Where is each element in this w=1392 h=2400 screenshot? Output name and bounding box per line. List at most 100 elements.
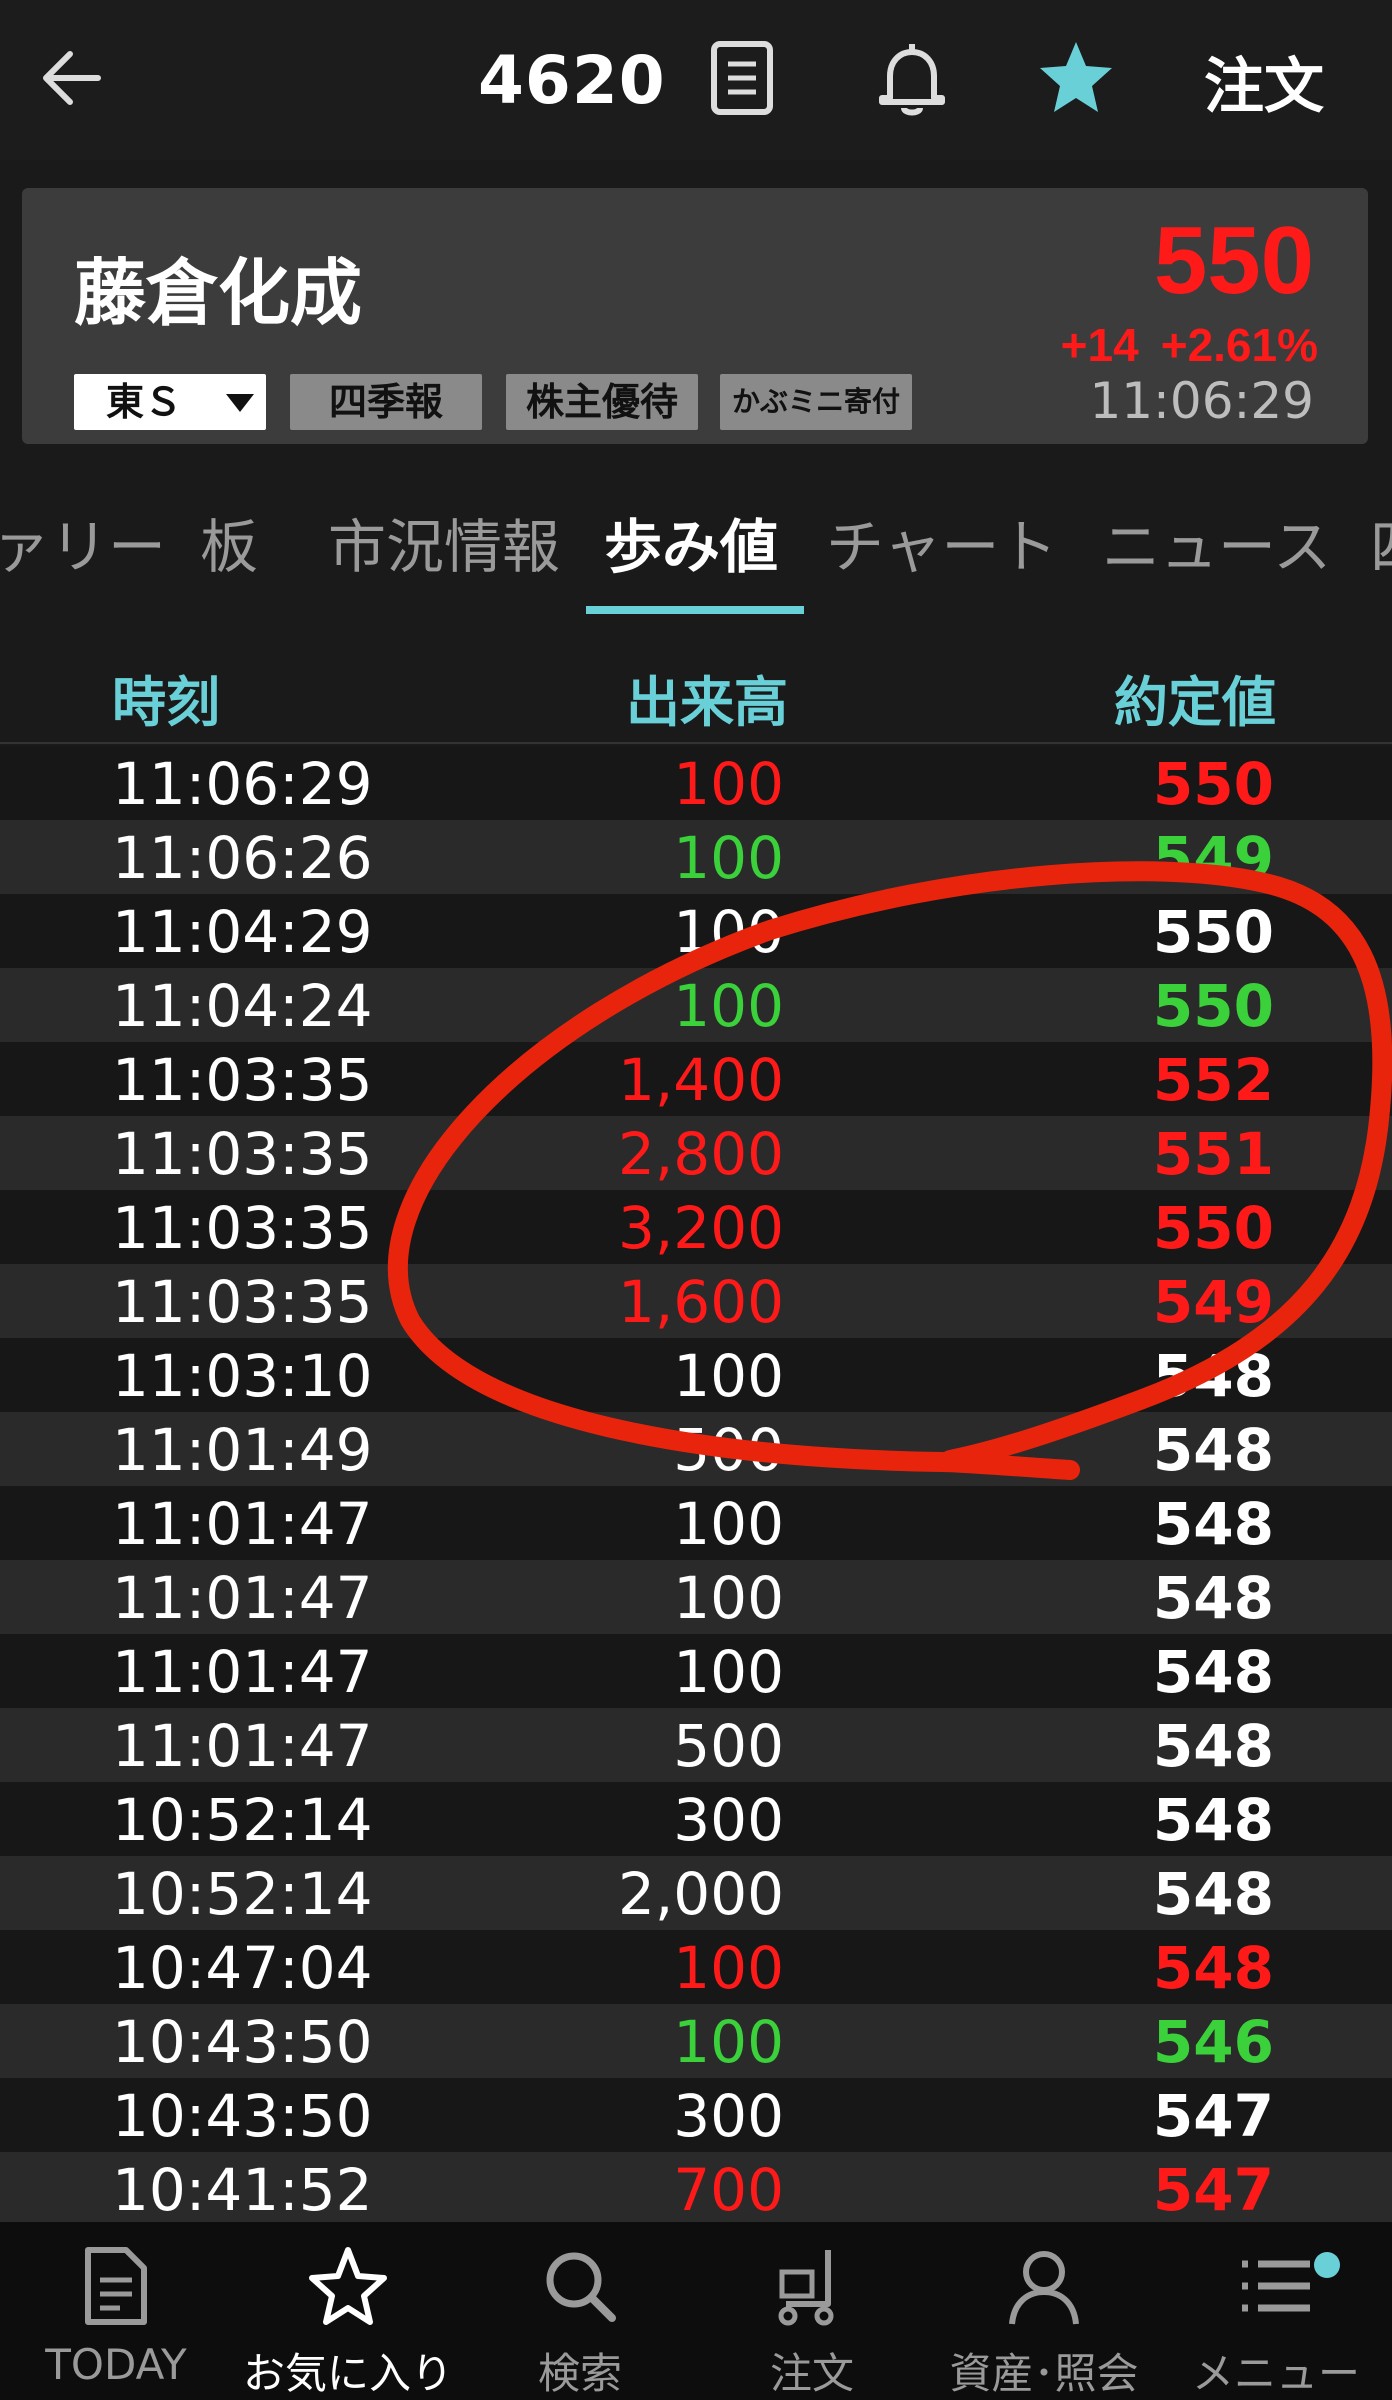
tab-chart[interactable]: チャート	[826, 500, 1057, 584]
nav-today-label: TODAY	[45, 2340, 187, 2389]
market-select[interactable]: 東Ｓ	[74, 374, 266, 430]
nav-order[interactable]: 注文	[696, 2222, 928, 2400]
nav-today[interactable]: TODAY	[0, 2222, 232, 2400]
trade-volume: 300	[673, 1786, 784, 1854]
table-row: 10:41:52 700 547	[0, 2152, 1392, 2226]
shikiho-tag[interactable]: 四季報	[290, 374, 482, 430]
back-button[interactable]	[38, 38, 108, 118]
header-volume: 出来高	[626, 671, 788, 734]
trade-price: 548	[1152, 1564, 1274, 1632]
caret-down-icon	[226, 394, 254, 412]
table-row: 10:43:50 100 546	[0, 2004, 1392, 2078]
trades-table[interactable]: 11:06:29 100 550 11:06:26 100 549 11:04:29 100 5…	[0, 746, 1392, 2226]
trade-price: 548	[1152, 1490, 1274, 1558]
trade-price: 548	[1152, 1786, 1274, 1854]
table-row: 11:01:49 500 548	[0, 1412, 1392, 1486]
search-icon	[546, 2252, 616, 2322]
trade-price: 550	[1152, 972, 1274, 1040]
table-row: 11:03:10 100 548	[0, 1338, 1392, 1412]
trade-time: 10:47:04	[112, 1934, 373, 2002]
trade-price: 548	[1152, 1934, 1274, 2002]
trade-price: 546	[1152, 2008, 1274, 2076]
trade-volume: 100	[673, 898, 784, 966]
trade-volume: 1,600	[617, 1268, 784, 1336]
trade-price: 548	[1152, 1638, 1274, 1706]
table-row: 11:01:47 100 548	[0, 1560, 1392, 1634]
nav-menu[interactable]: メニュー	[1160, 2222, 1392, 2400]
trade-price: 549	[1152, 824, 1274, 892]
nav-assets[interactable]: 資産･照会	[928, 2222, 1160, 2400]
nav-assets-label: 資産･照会	[949, 2349, 1139, 2398]
order-button[interactable]: 注文	[1204, 38, 1324, 125]
trade-price: 550	[1152, 750, 1274, 818]
star-outline-icon	[309, 2247, 387, 2325]
trade-price: 547	[1152, 2156, 1274, 2224]
price-timestamp: 11:06:29	[1089, 372, 1314, 430]
alert-button[interactable]	[872, 38, 952, 122]
trade-time: 10:52:14	[112, 1786, 373, 1854]
tab-market-info[interactable]: 市況情報	[328, 500, 560, 584]
table-row: 10:52:14 300 548	[0, 1782, 1392, 1856]
table-row: 11:06:29 100 550	[0, 746, 1392, 820]
trade-price: 550	[1152, 1194, 1274, 1262]
trade-volume: 100	[673, 1934, 784, 2002]
trade-price: 551	[1152, 1120, 1274, 1188]
trade-price: 547	[1152, 2082, 1274, 2150]
table-row: 11:04:24 100 550	[0, 968, 1392, 1042]
shareholder-benefit-tag[interactable]: 株主優待	[506, 374, 698, 430]
table-row: 11:06:26 100 549	[0, 820, 1392, 894]
trade-time: 11:01:47	[112, 1712, 373, 1780]
tab-summary[interactable]: ァリー	[0, 500, 166, 584]
trade-time: 11:03:35	[112, 1046, 373, 1114]
stock-name: 藤倉化成	[74, 251, 363, 335]
trade-volume: 100	[673, 1342, 784, 1410]
cart-icon	[778, 2250, 834, 2326]
table-row: 11:04:29 100 550	[0, 894, 1392, 968]
price-change: +14 +2.61%	[1061, 318, 1318, 372]
ticker-code: 4620	[478, 42, 666, 119]
person-icon	[1009, 2251, 1079, 2325]
trade-volume: 2,800	[617, 1120, 784, 1188]
menu-icon	[1242, 2260, 1310, 2312]
trade-time: 11:03:35	[112, 1268, 373, 1336]
trade-time: 11:01:47	[112, 1490, 373, 1558]
trade-volume: 100	[673, 972, 784, 1040]
favorite-button[interactable]	[1036, 34, 1116, 118]
trade-time: 10:43:50	[112, 2082, 373, 2150]
table-row: 10:43:50 300 547	[0, 2078, 1392, 2152]
trade-volume: 500	[673, 1712, 784, 1780]
trade-time: 11:04:24	[112, 972, 373, 1040]
tab-board[interactable]: 板	[200, 500, 258, 584]
tab-news[interactable]: ニュース	[1102, 500, 1331, 584]
trade-time: 11:03:10	[112, 1342, 373, 1410]
nav-menu-label: メニュー	[1191, 2349, 1360, 2398]
trade-volume: 2,000	[617, 1860, 784, 1928]
kabumini-tag[interactable]: かぶミニ寄付	[720, 374, 912, 430]
table-row: 11:03:35 1,400 552	[0, 1042, 1392, 1116]
trade-price: 548	[1152, 1860, 1274, 1928]
tab-trades[interactable]: 歩み値	[604, 500, 778, 584]
tab-more[interactable]: 四	[1370, 500, 1392, 584]
trade-volume: 100	[673, 1490, 784, 1558]
trade-volume: 500	[673, 1416, 784, 1484]
document-button[interactable]	[706, 38, 782, 118]
trade-time: 10:52:14	[112, 1860, 373, 1928]
trade-time: 10:43:50	[112, 2008, 373, 2076]
table-row: 11:01:47 500 548	[0, 1708, 1392, 1782]
trade-time: 11:06:26	[112, 824, 373, 892]
table-row: 11:01:47 100 548	[0, 1634, 1392, 1708]
trade-time: 11:03:35	[112, 1120, 373, 1188]
header-price: 約定値	[1114, 673, 1276, 733]
nav-favorites-label: お気に入り	[242, 2349, 453, 2398]
table-row: 11:03:35 1,600 549	[0, 1264, 1392, 1338]
top-bar: 4620 注文	[0, 0, 1392, 160]
nav-favorites[interactable]: お気に入り	[232, 2222, 464, 2400]
nav-search[interactable]: 検索	[464, 2222, 696, 2400]
trade-price: 552	[1152, 1046, 1274, 1114]
trade-volume: 1,400	[617, 1046, 784, 1114]
trade-price: 548	[1152, 1342, 1274, 1410]
tab-bar: ァリー 板 市況情報 歩み値 チャート ニュース 四	[0, 470, 1392, 620]
star-filled-icon	[1040, 42, 1112, 112]
table-row: 10:47:04 100 548	[0, 1930, 1392, 2004]
trade-time: 11:01:49	[112, 1416, 373, 1484]
